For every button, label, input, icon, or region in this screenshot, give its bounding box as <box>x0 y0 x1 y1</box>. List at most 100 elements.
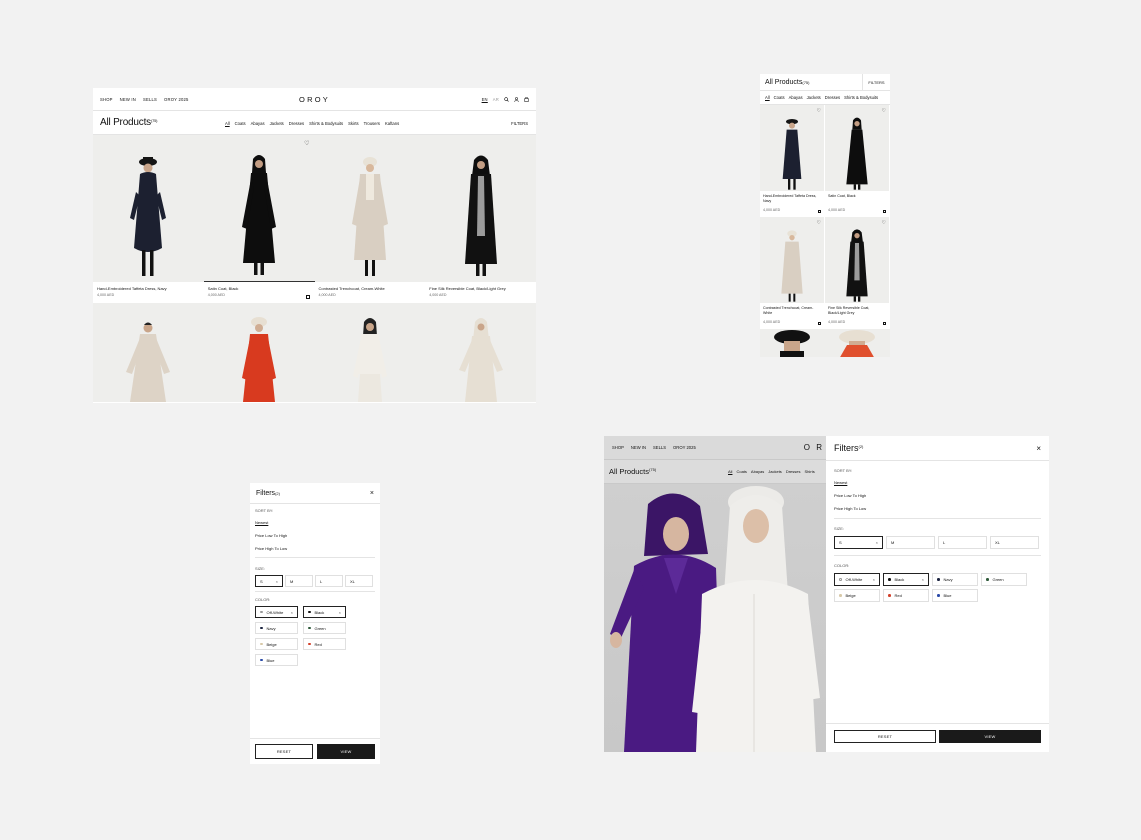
nav-oroy-2025[interactable]: OROY 2025 <box>164 97 189 102</box>
product-card[interactable] <box>314 303 426 402</box>
campaign-image[interactable] <box>604 484 826 752</box>
size-xl[interactable]: XL <box>345 575 373 587</box>
tab-abayas[interactable]: Abayas <box>789 95 803 100</box>
tab-shirts[interactable]: Shirts <box>804 469 814 474</box>
size-xl[interactable]: XL <box>990 536 1039 549</box>
tab-jackets[interactable]: Jackets <box>768 469 782 474</box>
color-black[interactable]: Black × <box>883 573 929 586</box>
size-l[interactable]: L <box>938 536 987 549</box>
product-image-kaftan[interactable] <box>93 303 204 402</box>
color-red[interactable]: Red <box>303 638 346 650</box>
language-en[interactable]: EN <box>482 97 488 102</box>
tab-kaftans[interactable]: Kaftans <box>385 121 399 126</box>
product-name[interactable]: Contrasted Trenchcoat, Cream-White <box>763 306 822 316</box>
nav-new-in[interactable]: NEW IN <box>631 445 646 450</box>
tab-jackets[interactable]: Jackets <box>270 121 284 126</box>
tab-skirts[interactable]: Skirts <box>348 121 358 126</box>
wishlist-heart-icon[interactable]: ♡ <box>882 220 886 226</box>
view-button[interactable]: VIEW <box>939 730 1041 743</box>
tab-dresses[interactable]: Dresses <box>786 469 801 474</box>
color-off-white[interactable]: Off-White × <box>255 606 298 618</box>
product-image-satin-coat[interactable] <box>825 105 890 191</box>
tab-all[interactable]: All <box>765 95 770 100</box>
reset-button[interactable]: RESET <box>834 730 936 743</box>
product-name[interactable]: Hand-Embroidered Taffeta Dress, Navy <box>763 194 822 204</box>
size-m[interactable]: M <box>285 575 313 587</box>
tab-coats[interactable]: Coats <box>774 95 785 100</box>
product-card[interactable]: ♡ Fine Silk Reversible Coat, Black/Light… <box>825 217 890 329</box>
product-image-trenchcoat[interactable] <box>760 217 825 303</box>
product-name[interactable]: Satin Coat, Black <box>828 194 887 199</box>
tab-abayas[interactable]: Abayas <box>751 469 764 474</box>
color-navy[interactable]: Navy <box>932 573 978 586</box>
product-image-red-coat[interactable] <box>203 303 315 402</box>
size-m[interactable]: M <box>886 536 935 549</box>
product-image-navy-dress[interactable] <box>760 105 825 191</box>
product-image-silk-coat[interactable] <box>825 217 890 303</box>
brand-logo[interactable]: OROY <box>299 95 330 104</box>
color-green[interactable]: Green <box>303 622 346 634</box>
product-image-white-set[interactable] <box>314 303 426 402</box>
size-l[interactable]: L <box>315 575 343 587</box>
close-icon[interactable]: × <box>370 490 374 497</box>
size-s[interactable]: S × <box>834 536 883 549</box>
product-image-navy-dress[interactable] <box>93 135 204 282</box>
close-icon[interactable]: × <box>1036 444 1041 453</box>
nav-oroy-2025[interactable]: OROY 2025 <box>673 445 696 450</box>
sort-price-low-high[interactable]: Price Low To High <box>255 533 375 538</box>
color-beige[interactable]: Beige <box>834 589 880 602</box>
filters-button[interactable]: FILTERS <box>511 121 528 126</box>
sort-newest[interactable]: Newest <box>834 480 1041 485</box>
tab-shirts-bodysuits[interactable]: Shirts & Bodysuits <box>309 121 343 126</box>
reset-button[interactable]: RESET <box>255 744 313 759</box>
tab-dresses[interactable]: Dresses <box>825 95 840 100</box>
color-blue[interactable]: Blue <box>932 589 978 602</box>
tab-coats[interactable]: Coats <box>736 469 746 474</box>
product-image-satin-coat[interactable] <box>203 135 315 282</box>
tab-coats[interactable]: Coats <box>235 121 246 126</box>
product-image-silk-coat[interactable] <box>425 135 536 282</box>
product-image-lace-kaftan[interactable] <box>425 303 536 402</box>
product-card[interactable]: ♡ Satin Coat, Black 4,000 AED <box>203 135 315 303</box>
remove-x-icon[interactable]: × <box>922 577 924 582</box>
sort-price-high-low[interactable]: Price High To Low <box>255 546 375 551</box>
view-button[interactable]: VIEW <box>317 744 375 759</box>
filters-button[interactable]: FILTERS <box>862 74 890 91</box>
product-card[interactable]: Hand-Embroidered Taffeta Dress, Navy 4,0… <box>93 135 204 303</box>
tab-abayas[interactable]: Abayas <box>251 121 265 126</box>
remove-x-icon[interactable]: × <box>291 610 293 615</box>
color-green[interactable]: Green <box>981 573 1027 586</box>
product-card[interactable]: Contrasted Trenchcoat, Cream-White 4,000… <box>314 135 426 303</box>
color-off-white[interactable]: Off-White × <box>834 573 880 586</box>
tab-all[interactable]: All <box>225 121 230 126</box>
product-card[interactable]: ♡ Hand-Embroidered Taffeta Dress, Navy 4… <box>760 105 825 217</box>
product-card[interactable] <box>203 303 315 402</box>
search-icon[interactable] <box>504 96 509 102</box>
nav-shop[interactable]: SHOP <box>100 97 113 102</box>
product-image-peek[interactable] <box>760 329 825 357</box>
product-image-peek[interactable] <box>825 329 890 357</box>
bag-icon[interactable] <box>524 96 529 102</box>
add-to-bag-icon[interactable] <box>882 209 886 213</box>
tab-all[interactable]: All <box>728 469 732 474</box>
remove-x-icon[interactable]: × <box>339 610 341 615</box>
product-card[interactable] <box>425 303 536 402</box>
color-red[interactable]: Red <box>883 589 929 602</box>
nav-new-in[interactable]: NEW IN <box>120 97 136 102</box>
wishlist-heart-icon[interactable]: ♡ <box>882 108 886 114</box>
nav-shop[interactable]: SHOP <box>612 445 624 450</box>
sort-price-low-high[interactable]: Price Low To High <box>834 493 1041 498</box>
color-beige[interactable]: Beige <box>255 638 298 650</box>
product-card[interactable]: Fine Silk Reversible Coat, Black/Light G… <box>425 135 536 303</box>
wishlist-heart-icon[interactable]: ♡ <box>817 220 821 226</box>
tab-shirts-bodysuits[interactable]: Shirts & Bodysuits <box>844 95 878 100</box>
add-to-bag-icon[interactable] <box>882 321 886 325</box>
color-black[interactable]: Black × <box>303 606 346 618</box>
brand-logo[interactable]: O R <box>804 443 824 452</box>
add-to-bag-icon[interactable] <box>305 295 310 299</box>
sort-price-high-low[interactable]: Price High To Low <box>834 506 1041 511</box>
product-card[interactable]: ♡ Contrasted Trenchcoat, Cream-White 4,0… <box>760 217 825 329</box>
remove-x-icon[interactable]: × <box>276 579 278 584</box>
tab-dresses[interactable]: Dresses <box>289 121 304 126</box>
nav-sells[interactable]: SELLS <box>653 445 666 450</box>
